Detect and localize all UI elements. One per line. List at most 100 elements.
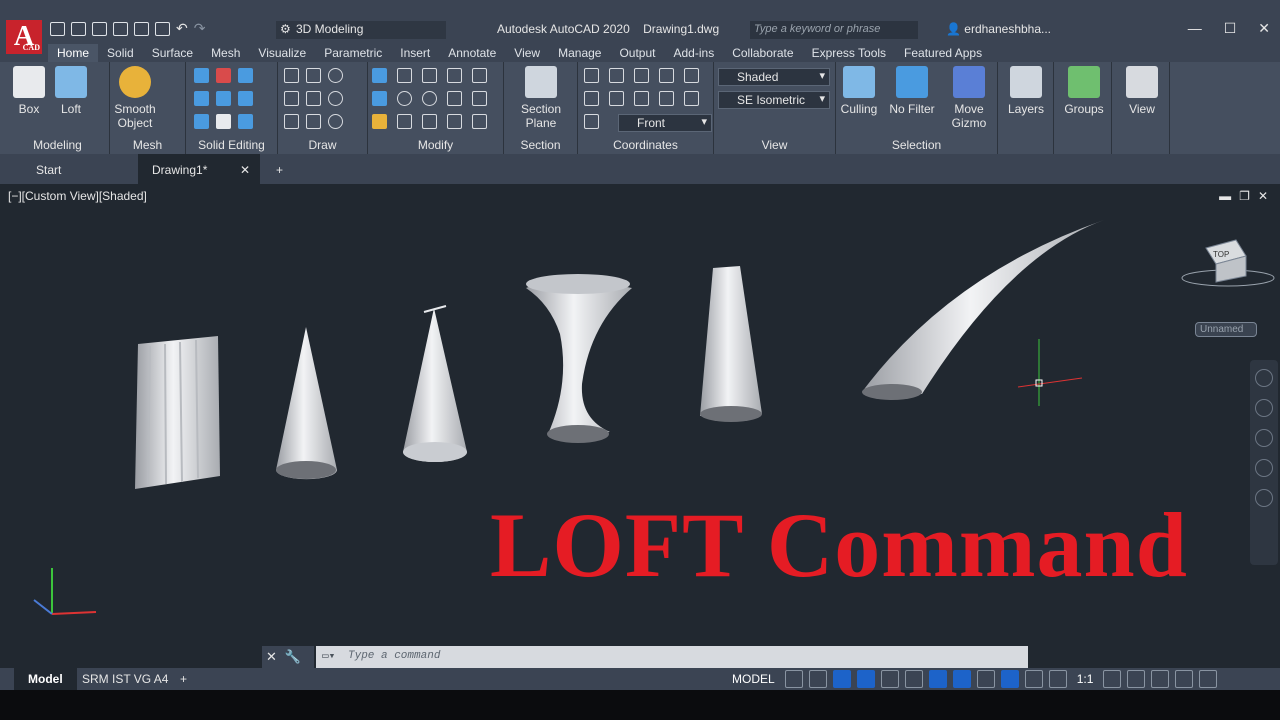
snap-icon[interactable]	[808, 670, 827, 688]
annotation-scale-icon[interactable]	[1048, 670, 1067, 688]
extract-edges-icon[interactable]	[194, 91, 209, 106]
polygon-icon[interactable]	[284, 114, 299, 129]
ucs-z-axis-icon[interactable]	[684, 68, 699, 83]
panel-title-mesh[interactable]: Mesh	[110, 138, 185, 152]
rotate-3d-icon[interactable]	[422, 91, 437, 106]
3d-polyline-icon[interactable]	[306, 91, 321, 106]
panel-title-draw[interactable]: Draw	[278, 138, 367, 152]
section-plane-button[interactable]: Section Plane	[518, 66, 564, 130]
minimize-icon[interactable]: —	[1188, 20, 1202, 37]
spline-icon[interactable]	[306, 68, 321, 83]
isometric-drafting-icon[interactable]	[904, 670, 923, 688]
offset-edge-icon[interactable]	[194, 114, 209, 129]
ucs-3point-icon[interactable]	[659, 68, 674, 83]
tab-visualize[interactable]: Visualize	[249, 44, 315, 62]
ellipse-icon[interactable]	[328, 114, 343, 129]
array-icon[interactable]	[447, 114, 462, 129]
view-button[interactable]: View	[1122, 66, 1162, 116]
infer-constraints-icon[interactable]	[832, 670, 851, 688]
units-icon[interactable]	[1151, 670, 1170, 688]
print-icon[interactable]	[155, 21, 170, 36]
prism-loft-solid[interactable]	[700, 266, 762, 422]
zoom-extents-icon[interactable]	[1255, 429, 1273, 447]
annotation-visibility-icon[interactable]	[1000, 670, 1019, 688]
rotate-icon[interactable]	[397, 91, 412, 106]
ucs-origin-icon[interactable]	[634, 68, 649, 83]
ucs-world-icon[interactable]	[609, 68, 624, 83]
smooth-object-button[interactable]: Smooth Object	[114, 66, 156, 130]
ucs-z-icon[interactable]	[684, 91, 699, 106]
orbit-icon[interactable]	[1255, 459, 1273, 477]
save-as-icon[interactable]	[113, 21, 128, 36]
workspace-dropdown[interactable]: 3D Modeling	[276, 21, 446, 39]
shell-icon[interactable]	[216, 114, 231, 129]
tab-collaborate[interactable]: Collaborate	[723, 44, 802, 62]
grid-icon[interactable]	[784, 670, 803, 688]
tab-surface[interactable]: Surface	[143, 44, 202, 62]
tab-manage[interactable]: Manage	[549, 44, 610, 62]
polar-tracking-icon[interactable]	[880, 670, 899, 688]
tab-drawing1[interactable]: Drawing1* ✕	[138, 154, 260, 184]
copy-icon[interactable]	[447, 68, 462, 83]
horn-loft-solid[interactable]	[862, 220, 1104, 400]
ucs-object-icon[interactable]	[609, 91, 624, 106]
pointed-cone-loft-solid[interactable]	[403, 305, 467, 462]
workspace-gear-icon[interactable]	[1103, 670, 1122, 688]
close-icon[interactable]: ✕	[1258, 20, 1270, 37]
panel-title-section[interactable]: Section	[504, 138, 577, 152]
tab-insert[interactable]: Insert	[391, 44, 439, 62]
subtract-icon[interactable]	[216, 68, 231, 83]
new-file-icon[interactable]	[50, 21, 65, 36]
new-layout-icon[interactable]: +	[166, 668, 201, 690]
ucs-icon[interactable]	[584, 68, 599, 83]
steering-wheel-icon[interactable]	[1255, 369, 1273, 387]
open-file-icon[interactable]	[71, 21, 86, 36]
ucs-view-icon[interactable]	[584, 114, 599, 129]
visual-style-dropdown[interactable]: Shaded	[718, 68, 830, 86]
command-input[interactable]: Type a command	[316, 646, 1028, 668]
plot-icon[interactable]	[134, 21, 149, 36]
application-menu-button[interactable]: A CAD	[6, 20, 42, 54]
mirror-icon[interactable]	[372, 68, 387, 83]
tab-express-tools[interactable]: Express Tools	[803, 44, 895, 62]
panel-title-selection[interactable]: Selection	[836, 138, 997, 152]
tab-view[interactable]: View	[505, 44, 549, 62]
object-snap-icon[interactable]	[952, 670, 971, 688]
panel-title-modify[interactable]: Modify	[368, 138, 503, 152]
no-filter-button[interactable]: No Filter	[886, 66, 938, 116]
extrude-faces-icon[interactable]	[216, 91, 231, 106]
ucs-x-icon[interactable]	[634, 91, 649, 106]
ucs-face-icon[interactable]	[584, 91, 599, 106]
slice-icon[interactable]	[238, 114, 253, 129]
lineweight-icon[interactable]	[976, 670, 995, 688]
stretch-icon[interactable]	[447, 91, 462, 106]
move-icon[interactable]	[422, 68, 437, 83]
tab-add-ins[interactable]: Add-ins	[665, 44, 724, 62]
intersect-icon[interactable]	[238, 68, 253, 83]
tab-home[interactable]: Home	[48, 44, 99, 62]
undo-icon[interactable]: ↶	[176, 20, 188, 37]
panel-title-modeling[interactable]: Modeling	[6, 138, 109, 152]
tab-start[interactable]: Start	[22, 154, 75, 184]
separate-icon[interactable]	[238, 91, 253, 106]
dynamic-input-icon[interactable]	[856, 670, 875, 688]
help-search-input[interactable]: Type a keyword or phrase	[750, 21, 918, 39]
pan-icon[interactable]	[1255, 399, 1273, 417]
autoscale-icon[interactable]	[1024, 670, 1043, 688]
loft-button[interactable]: Loft	[54, 66, 88, 116]
funnel-loft-solid[interactable]	[526, 274, 632, 443]
fillet-icon[interactable]	[472, 91, 487, 106]
trim-icon[interactable]	[472, 68, 487, 83]
save-icon[interactable]	[92, 21, 107, 36]
view-preset-dropdown[interactable]: SE Isometric	[718, 91, 830, 109]
layers-button[interactable]: Layers	[1006, 66, 1046, 116]
new-tab-icon[interactable]: +	[262, 154, 297, 184]
arc-icon[interactable]	[328, 68, 343, 83]
culling-button[interactable]: Culling	[838, 66, 880, 116]
close-tab-icon[interactable]: ✕	[240, 163, 250, 177]
polyline-icon[interactable]	[284, 68, 299, 83]
viewcube[interactable]: TOP	[1180, 236, 1276, 296]
line-icon[interactable]	[284, 91, 299, 106]
groups-button[interactable]: Groups	[1064, 66, 1104, 116]
tab-annotate[interactable]: Annotate	[439, 44, 505, 62]
